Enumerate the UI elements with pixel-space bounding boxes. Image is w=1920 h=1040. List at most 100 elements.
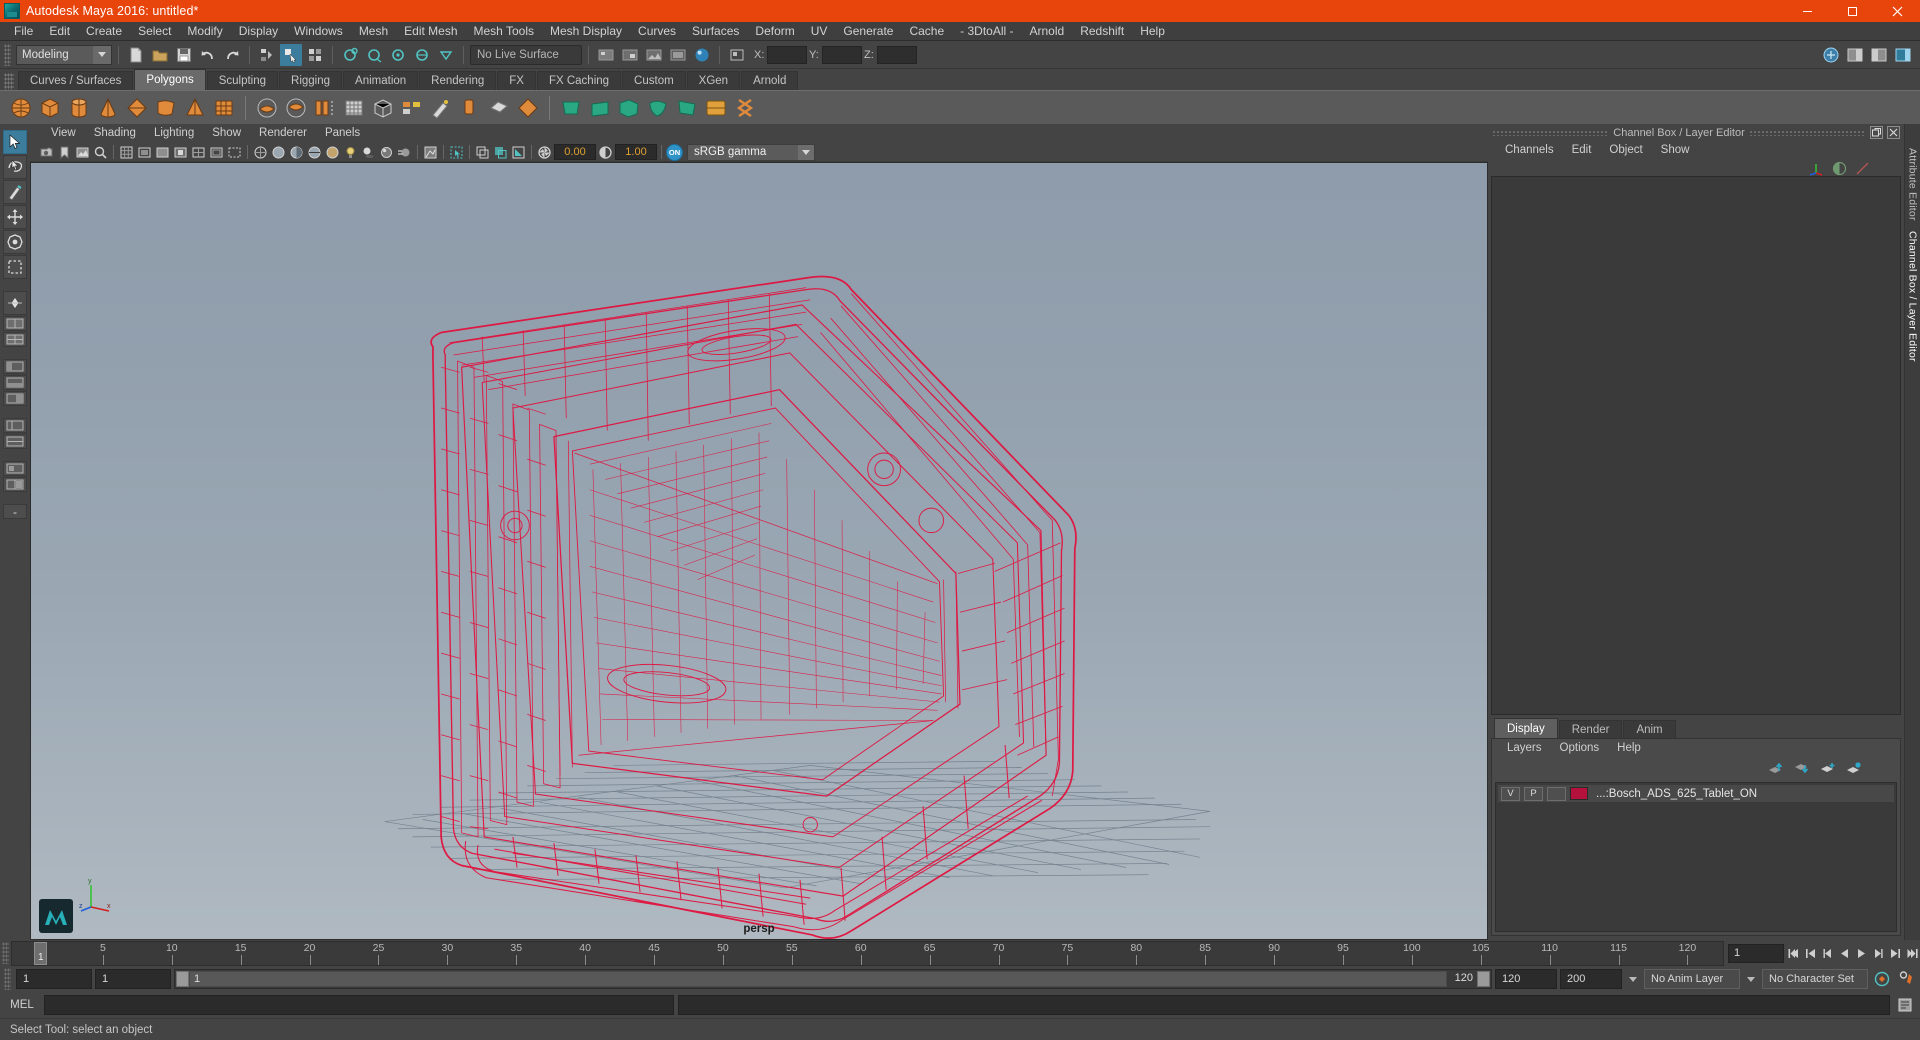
- anim-start-time-field[interactable]: 1: [16, 969, 92, 989]
- extract-icon[interactable]: [312, 95, 338, 121]
- shelf-tab-polygons[interactable]: Polygons: [134, 69, 206, 90]
- add-layout-button[interactable]: -: [3, 504, 27, 519]
- layer-list[interactable]: V P ...:Bosch_ADS_625_Tablet_ON: [1495, 782, 1897, 932]
- go-to-end-icon[interactable]: [1904, 944, 1920, 962]
- range-end-handle[interactable]: [1477, 971, 1490, 987]
- play-forwards-icon[interactable]: [1853, 944, 1869, 962]
- layer-menu-help[interactable]: Help: [1608, 739, 1650, 758]
- shelf-tab-rendering[interactable]: Rendering: [419, 71, 497, 90]
- shelf-tab-custom[interactable]: Custom: [622, 71, 686, 90]
- snap-to-curve-button[interactable]: [363, 44, 385, 66]
- layer-row[interactable]: V P ...:Bosch_ADS_625_Tablet_ON: [1498, 785, 1894, 802]
- menu-curves[interactable]: Curves: [630, 22, 684, 41]
- anim-end-time-field[interactable]: 200: [1560, 969, 1622, 989]
- poly-slide-edge-icon[interactable]: [674, 95, 700, 121]
- auto-keyframe-toggle-icon[interactable]: [1871, 968, 1893, 990]
- go-to-start-icon[interactable]: [1785, 944, 1801, 962]
- viewport-menu-panels[interactable]: Panels: [316, 124, 369, 143]
- shelf-tab-xgen[interactable]: XGen: [686, 71, 741, 90]
- menu-select[interactable]: Select: [130, 22, 179, 41]
- shadows-icon[interactable]: [360, 144, 377, 161]
- shelf-tab-sculpting[interactable]: Sculpting: [206, 71, 279, 90]
- smooth-icon[interactable]: [370, 95, 396, 121]
- persp-outliner-layout-button[interactable]: [3, 418, 27, 433]
- separate-icon[interactable]: [283, 95, 309, 121]
- move-layer-down-icon[interactable]: [1794, 762, 1810, 775]
- show-hide-attribute-editor-icon[interactable]: [1844, 44, 1866, 66]
- menu-uv[interactable]: UV: [803, 22, 836, 41]
- snap-to-view-plane-button[interactable]: [435, 44, 457, 66]
- time-slider[interactable]: 1 5 10 15 20 25 30 35 40 45 50 55 60 65 70 75 80 85 90 95 1…: [11, 940, 1724, 966]
- menu-edit-mesh[interactable]: Edit Mesh: [396, 22, 465, 41]
- hypershade-persp-layout-button[interactable]: [3, 391, 27, 406]
- poly-multi-cut-icon[interactable]: [587, 95, 613, 121]
- mirror-icon[interactable]: [399, 95, 425, 121]
- new-scene-button[interactable]: [125, 44, 147, 66]
- render-settings-button[interactable]: [643, 44, 665, 66]
- x-input[interactable]: [767, 45, 807, 64]
- persp-graph-layout-button[interactable]: [3, 375, 27, 390]
- menu-arnold[interactable]: Arnold: [1022, 22, 1073, 41]
- poly-plane-icon[interactable]: [153, 95, 179, 121]
- screen-space-ao-icon[interactable]: [378, 144, 395, 161]
- menu-generate[interactable]: Generate: [835, 22, 901, 41]
- live-surface-field[interactable]: No Live Surface: [470, 44, 582, 65]
- poly-quad-draw-icon[interactable]: [558, 95, 584, 121]
- reference-editor-layout-button[interactable]: [3, 461, 27, 476]
- anim-layer-chevron-down-icon[interactable]: [1625, 969, 1641, 989]
- new-layer-icon[interactable]: [1820, 762, 1836, 775]
- poly-crease-icon[interactable]: [703, 95, 729, 121]
- move-layer-up-icon[interactable]: [1768, 762, 1784, 775]
- layer-menu-layers[interactable]: Layers: [1498, 739, 1551, 758]
- channelbox-menu-object[interactable]: Object: [1600, 141, 1651, 160]
- shelf-drag-handle[interactable]: [4, 73, 14, 90]
- lasso-tool-button[interactable]: [3, 155, 27, 179]
- menu-modify[interactable]: Modify: [179, 22, 230, 41]
- new-layer-from-selected-icon[interactable]: [1846, 761, 1862, 775]
- shelf-tab-fx[interactable]: FX: [497, 71, 536, 90]
- safe-action-icon[interactable]: [208, 144, 225, 161]
- channel-box-content[interactable]: [1491, 176, 1901, 715]
- show-hide-modeling-toolkit-icon[interactable]: [1820, 44, 1842, 66]
- menu-surfaces[interactable]: Surfaces: [684, 22, 747, 41]
- menu-deform[interactable]: Deform: [747, 22, 802, 41]
- safe-title-icon[interactable]: [226, 144, 243, 161]
- menu-redshift[interactable]: Redshift: [1072, 22, 1132, 41]
- command-result-field[interactable]: [678, 995, 1890, 1015]
- film-gate-icon[interactable]: [136, 144, 153, 161]
- snap-to-grid-button[interactable]: [339, 44, 361, 66]
- multisample-aa-icon[interactable]: [422, 144, 439, 161]
- layer-color-swatch[interactable]: [1570, 787, 1588, 800]
- resolution-gate-icon[interactable]: [154, 144, 171, 161]
- poly-cut-faces-icon[interactable]: [732, 95, 758, 121]
- combine-icon[interactable]: [254, 95, 280, 121]
- snap-to-projected-center-button[interactable]: [411, 44, 433, 66]
- layer-playback-toggle[interactable]: P: [1524, 786, 1543, 801]
- poly-pyramid-icon[interactable]: [182, 95, 208, 121]
- viewport-menu-lighting[interactable]: Lighting: [145, 124, 203, 143]
- viewport-menu-shading[interactable]: Shading: [85, 124, 145, 143]
- slope-line-icon[interactable]: [1855, 161, 1870, 176]
- play-backwards-icon[interactable]: [1836, 944, 1852, 962]
- poly-cube-icon[interactable]: [37, 95, 63, 121]
- show-hide-tool-settings-icon[interactable]: [1868, 44, 1890, 66]
- menu-mesh-tools[interactable]: Mesh Tools: [466, 22, 542, 41]
- bookmark-icon[interactable]: [56, 144, 73, 161]
- use-all-lights-icon[interactable]: [342, 144, 359, 161]
- two-d-pan-zoom-icon[interactable]: [92, 144, 109, 161]
- layer-shading-toggle[interactable]: [1547, 786, 1566, 801]
- menu-display[interactable]: Display: [231, 22, 286, 41]
- time-slider-drag-handle[interactable]: [2, 942, 9, 964]
- dock-drag-dots-left[interactable]: [1492, 129, 1610, 136]
- exposure-icon[interactable]: [536, 144, 553, 161]
- show-manipulator-tool-button[interactable]: [3, 291, 27, 315]
- poly-torus-icon[interactable]: [124, 95, 150, 121]
- menu-file[interactable]: File: [6, 22, 41, 41]
- outliner-persp-layout-button[interactable]: [3, 359, 27, 374]
- texture-shaded-icon[interactable]: [324, 144, 341, 161]
- gamma-icon[interactable]: [597, 144, 614, 161]
- open-scene-button[interactable]: [149, 44, 171, 66]
- select-by-object-type-button[interactable]: [280, 43, 302, 66]
- layer-tab-anim[interactable]: Anim: [1623, 720, 1676, 738]
- smooth-shade-all-icon[interactable]: [270, 144, 287, 161]
